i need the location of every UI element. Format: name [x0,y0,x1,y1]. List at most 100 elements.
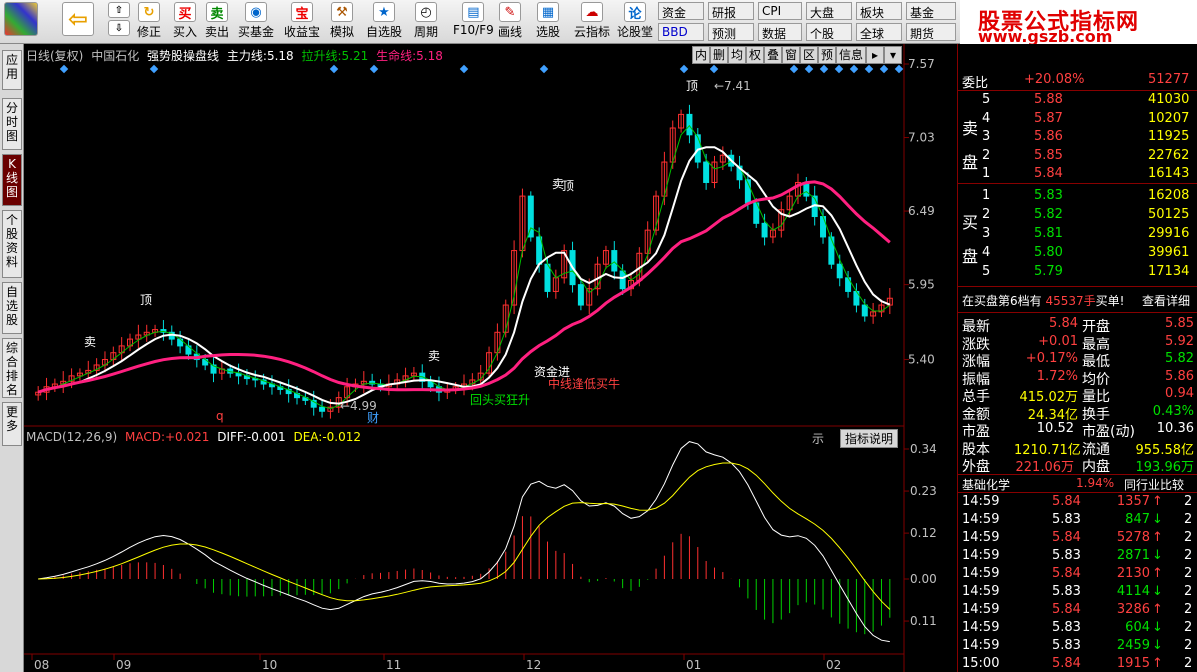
menu-button[interactable] [4,2,38,42]
bid-price[interactable]: 5.83 [1034,188,1063,203]
back-button[interactable]: ⇦ [62,2,94,42]
tab-more[interactable]: 更多 [2,402,22,446]
stat-value: 1210.71亿 [1014,442,1081,458]
month-label: 09 [116,658,131,672]
notice-prefix: 在买盘第6档有 [962,294,1042,308]
btn-dropdown[interactable]: ▾ [884,46,902,64]
treasure-button[interactable]: 宝收益宝 [284,2,320,42]
tab-watchlist[interactable]: 自选股 [2,282,22,334]
tab-stock-info[interactable]: 个股资料 [2,210,22,278]
sector-name[interactable]: 基础化学 [962,476,1010,493]
macd-tab[interactable]: 示 [812,430,824,447]
macd-axis-label: 0.00 [910,572,937,586]
signal-diamond [369,64,379,74]
capital-button[interactable]: 资金 [658,2,704,20]
btn-overlay[interactable]: 叠 [764,46,782,64]
discuss-icon: 论 [624,2,646,22]
bid-price[interactable]: 5.80 [1034,245,1063,260]
btn-rights[interactable]: 权 [746,46,764,64]
ask-level[interactable]: 5 [982,92,990,107]
tab-intraday[interactable]: 分时图 [2,98,22,150]
industry-compare-link[interactable]: 同行业比较 [1124,476,1184,493]
select-button[interactable]: ▦ 选股 [536,2,560,42]
tick-volume: 847 [1125,512,1150,527]
cpi-button[interactable]: CPI [758,2,802,20]
ask-price[interactable]: 5.85 [1034,148,1063,163]
candle-body [836,263,843,279]
sm-value: 5.18 [416,49,443,63]
tick-price: 5.83 [1052,584,1081,599]
data-button[interactable]: 数据 [758,23,802,41]
bid-volume: 17134 [1148,264,1190,279]
month-label: 10 [262,658,277,672]
bbd-button[interactable]: BBD [658,23,704,41]
stat-value: 193.96万 [1135,460,1195,475]
sector-button[interactable]: 板块 [856,2,902,20]
ask-price[interactable]: 5.87 [1034,111,1063,126]
kline-chart[interactable]: 7.57 7.03 6.49 5.95 5.40 0.34 0.23 0.12 0.00 0.11… [24,44,957,672]
ask-level[interactable]: 4 [982,111,990,126]
ask-level[interactable]: 3 [982,129,990,144]
bid-price[interactable]: 5.79 [1034,264,1063,279]
btn-info[interactable]: 信息 [836,46,866,64]
ask-level[interactable]: 1 [982,166,990,181]
rebound-buy-label: 回头买狂升 [470,393,530,407]
f10-button[interactable]: ▤ F10/F9 [453,2,494,42]
market-button[interactable]: 大盘 [806,2,852,20]
tick-price: 5.84 [1052,656,1081,671]
month-label: 12 [526,658,541,672]
btn-range[interactable]: 区 [800,46,818,64]
sell-button[interactable]: 卖卖出 [205,2,229,42]
cloud-button[interactable]: ☁ 云指标 [574,2,610,42]
global-button[interactable]: 全球 [856,23,902,41]
fund-button[interactable]: ◉ 买基金 [238,2,274,42]
arrow-up-icon[interactable]: ⇧ [108,2,130,18]
futures-button[interactable]: 期货 [906,23,956,41]
tab-kline[interactable]: K线图 [2,154,22,206]
tick-count: 2 [1184,602,1193,617]
funds-button[interactable]: 基金 [906,2,956,20]
refresh-button[interactable]: ↻ 修正 [137,2,161,42]
simulate-button[interactable]: ⚒ 模拟 [330,2,354,42]
candle-body [761,222,768,238]
btn-avg[interactable]: 均 [728,46,746,64]
btn-window[interactable]: 窗 [782,46,800,64]
tick-count: 2 [1184,566,1193,581]
wb-value: 51277 [1148,72,1190,87]
bid-price[interactable]: 5.81 [1034,226,1063,241]
watchlist-button[interactable]: ★ 自选股 [366,2,402,42]
notice-text: 在买盘第6档有 45537手买单! [962,292,1124,309]
research-button[interactable]: 研报 [708,2,754,20]
ask-price[interactable]: 5.84 [1034,166,1063,181]
buy-button[interactable]: 买买入 [173,2,197,42]
forecast-button[interactable]: 预测 [708,23,754,41]
buy-label: 买入 [173,25,198,39]
arrow-down-icon[interactable]: ⇩ [108,20,130,36]
up-down-buttons[interactable]: ⇧ ⇩ [108,2,130,42]
ask-level[interactable]: 2 [982,148,990,163]
tick-count: 2 [1184,530,1193,545]
tab-ranking[interactable]: 综合排名 [2,338,22,398]
stat-label: 内盘 [1082,459,1110,475]
btn-preview[interactable]: 预 [818,46,836,64]
ask-price[interactable]: 5.88 [1034,92,1063,107]
bid-price[interactable]: 5.82 [1034,207,1063,222]
stat-label: 外盘 [962,459,990,475]
chart-header: 日线(复权) 中国石化 强势股操盘线 主力线:5.18 拉升线:5.21 生命线… [26,47,443,64]
price-axis-label: 7.57 [908,57,935,71]
btn-nei[interactable]: 内 [692,46,710,64]
stat-value: 5.92 [1165,333,1194,349]
btn-play[interactable]: ▸ [866,46,884,64]
indicator-help-button[interactable]: 指标说明 [840,429,899,448]
document-icon: ▤ [462,2,485,22]
stock-button[interactable]: 个股 [806,23,852,41]
stat-value: 0.94 [1165,386,1194,401]
period-button[interactable]: ◴ 周期 [414,2,438,42]
tab-apps[interactable]: 应用 [2,50,22,90]
signal-diamond [864,64,874,74]
discuss-button[interactable]: 论论股堂 [617,2,653,42]
ask-price[interactable]: 5.86 [1034,129,1063,144]
draw-button[interactable]: ✎ 画线 [498,2,522,42]
btn-delete[interactable]: 删 [710,46,728,64]
view-detail-link[interactable]: 查看详细 [1142,292,1190,309]
